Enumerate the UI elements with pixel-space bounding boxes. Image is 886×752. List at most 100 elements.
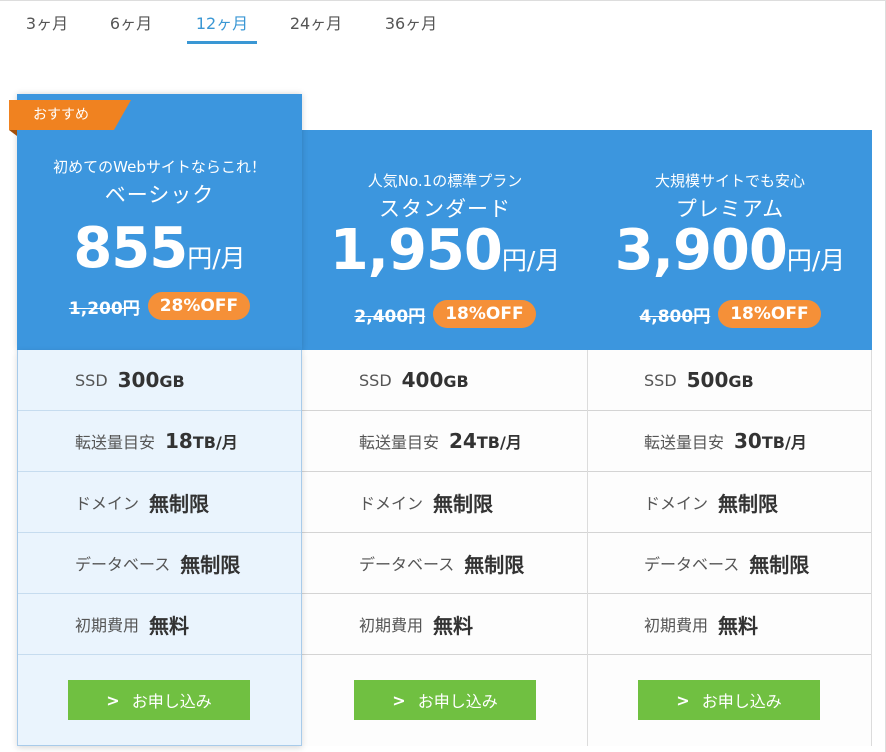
plan-price: 855円/月 [17, 216, 302, 281]
apply-button-premium[interactable]: > お申し込み [638, 680, 820, 720]
plan-price: 1,950円/月 [302, 218, 588, 283]
feature-label: 初期費用 [644, 616, 709, 635]
discount-badge: 18%OFF [433, 300, 536, 328]
value-number: 18 [165, 429, 193, 453]
feature-label: ドメイン [359, 494, 424, 513]
feature-setup-fee: 初期費用 無料 [302, 594, 587, 655]
plan-features-basic: SSD 300GB 転送量目安 18TB/月 ドメイン 無制限 データベース 無… [17, 350, 302, 746]
chevron-right-icon: > [676, 690, 690, 710]
feature-domain: ドメイン 無制限 [302, 472, 587, 533]
chevron-right-icon: > [106, 690, 120, 710]
old-price: 4,800円 [639, 306, 711, 327]
feature-setup-fee: 初期費用 無料 [588, 594, 871, 655]
feature-label: データベース [359, 555, 455, 574]
feature-value: 無制限 [464, 552, 525, 577]
feature-value: 500GB [687, 368, 754, 392]
value-unit: TB/月 [192, 433, 238, 452]
feature-label: 初期費用 [359, 616, 424, 635]
feature-database: データベース 無制限 [302, 533, 587, 594]
apply-button-standard[interactable]: > お申し込み [354, 680, 536, 720]
tab-24-months[interactable]: 24ヶ月 [286, 10, 346, 44]
tab-6-months[interactable]: 6ヶ月 [106, 10, 156, 44]
price-unit: 円/月 [786, 246, 846, 275]
tab-3-months[interactable]: 3ヶ月 [22, 10, 72, 44]
feature-value: 300GB [118, 368, 185, 392]
apply-label: お申し込み [131, 692, 212, 711]
feature-label: 初期費用 [75, 616, 140, 635]
old-price: 1,200円 [68, 298, 140, 319]
feature-value: 無制限 [433, 491, 494, 516]
feature-transfer: 転送量目安 24TB/月 [302, 411, 587, 472]
feature-value: 24TB/月 [449, 429, 522, 453]
term-tabs: 3ヶ月 6ヶ月 12ヶ月 24ヶ月 36ヶ月 [0, 0, 886, 48]
feature-ssd: SSD 400GB [302, 350, 587, 411]
value-number: 400 [401, 368, 444, 392]
price-number: 3,900 [614, 218, 788, 283]
feature-value: 無制限 [149, 491, 210, 516]
plan-header-premium: 大規模サイトでも安心 プレミアム 3,900円/月 4,800円 18%OFF [588, 130, 872, 350]
apply-label: お申し込み [417, 692, 498, 711]
feature-value: 400GB [402, 368, 469, 392]
feature-database: データベース 無制限 [18, 533, 301, 594]
price-number: 1,950 [329, 218, 503, 283]
discount-badge: 18%OFF [718, 300, 821, 328]
value-number: 500 [686, 368, 729, 392]
old-price: 2,400円 [354, 306, 426, 327]
feature-value: 無制限 [180, 552, 241, 577]
feature-value: 無料 [149, 613, 190, 638]
feature-value: 無料 [433, 613, 474, 638]
plan-tagline: 大規模サイトでも安心 [654, 172, 805, 190]
tab-12-months[interactable]: 12ヶ月 [187, 10, 257, 44]
feature-ssd: SSD 500GB [588, 350, 871, 411]
discount-row: 2,400円 18%OFF [302, 300, 588, 328]
feature-setup-fee: 初期費用 無料 [18, 594, 301, 655]
plan-features-premium: SSD 500GB 転送量目安 30TB/月 ドメイン 無制限 データベース 無… [588, 350, 872, 746]
value-unit: GB [443, 372, 469, 391]
feature-value: 18TB/月 [165, 429, 238, 453]
plan-header-standard: 人気No.1の標準プラン スタンダード 1,950円/月 2,400円 18%OF… [302, 130, 588, 350]
value-number: 30 [734, 429, 762, 453]
feature-label: SSD [75, 370, 108, 390]
value-number: 300 [117, 368, 160, 392]
plan-price: 3,900円/月 [588, 218, 872, 283]
feature-label: ドメイン [75, 494, 140, 513]
plan-header-basic: 初めてのWebサイトならこれ！ ベーシック 855円/月 1,200円 28%OF… [17, 94, 302, 350]
feature-label: データベース [644, 555, 740, 574]
feature-label: SSD [644, 370, 677, 390]
plan-name: ベーシック [104, 183, 215, 207]
recommend-ribbon-fold [9, 130, 17, 136]
plan-tagline: 人気No.1の標準プラン [367, 172, 523, 190]
value-unit: GB [159, 372, 185, 391]
feature-transfer: 転送量目安 30TB/月 [588, 411, 871, 472]
feature-label: データベース [75, 555, 171, 574]
feature-label: SSD [359, 370, 392, 390]
price-unit: 円/月 [187, 244, 246, 273]
feature-label: 転送量目安 [644, 433, 725, 452]
recommend-ribbon: おすすめ [9, 100, 131, 130]
value-unit: TB/月 [476, 433, 522, 452]
feature-label: 転送量目安 [359, 433, 440, 452]
plan-features-standard: SSD 400GB 転送量目安 24TB/月 ドメイン 無制限 データベース 無… [302, 350, 588, 746]
feature-domain: ドメイン 無制限 [588, 472, 871, 533]
price-unit: 円/月 [501, 246, 561, 275]
discount-row: 1,200円 28%OFF [17, 292, 302, 320]
discount-badge: 28%OFF [147, 292, 251, 320]
value-unit: GB [728, 372, 754, 391]
chevron-right-icon: > [392, 690, 406, 710]
feature-domain: ドメイン 無制限 [18, 472, 301, 533]
discount-row: 4,800円 18%OFF [588, 300, 872, 328]
feature-value: 無制限 [749, 552, 810, 577]
tab-36-months[interactable]: 36ヶ月 [381, 10, 441, 44]
feature-value: 30TB/月 [734, 429, 807, 453]
apply-button-basic[interactable]: > お申し込み [68, 680, 250, 720]
feature-value: 無制限 [718, 491, 779, 516]
feature-ssd: SSD 300GB [18, 350, 301, 411]
value-unit: TB/月 [761, 433, 807, 452]
feature-transfer: 転送量目安 18TB/月 [18, 411, 301, 472]
plan-tagline: 初めてのWebサイトならこれ！ [53, 158, 266, 176]
value-number: 24 [449, 429, 477, 453]
feature-label: 転送量目安 [75, 433, 156, 452]
feature-database: データベース 無制限 [588, 533, 871, 594]
feature-label: ドメイン [644, 494, 709, 513]
apply-label: お申し込み [701, 692, 782, 711]
